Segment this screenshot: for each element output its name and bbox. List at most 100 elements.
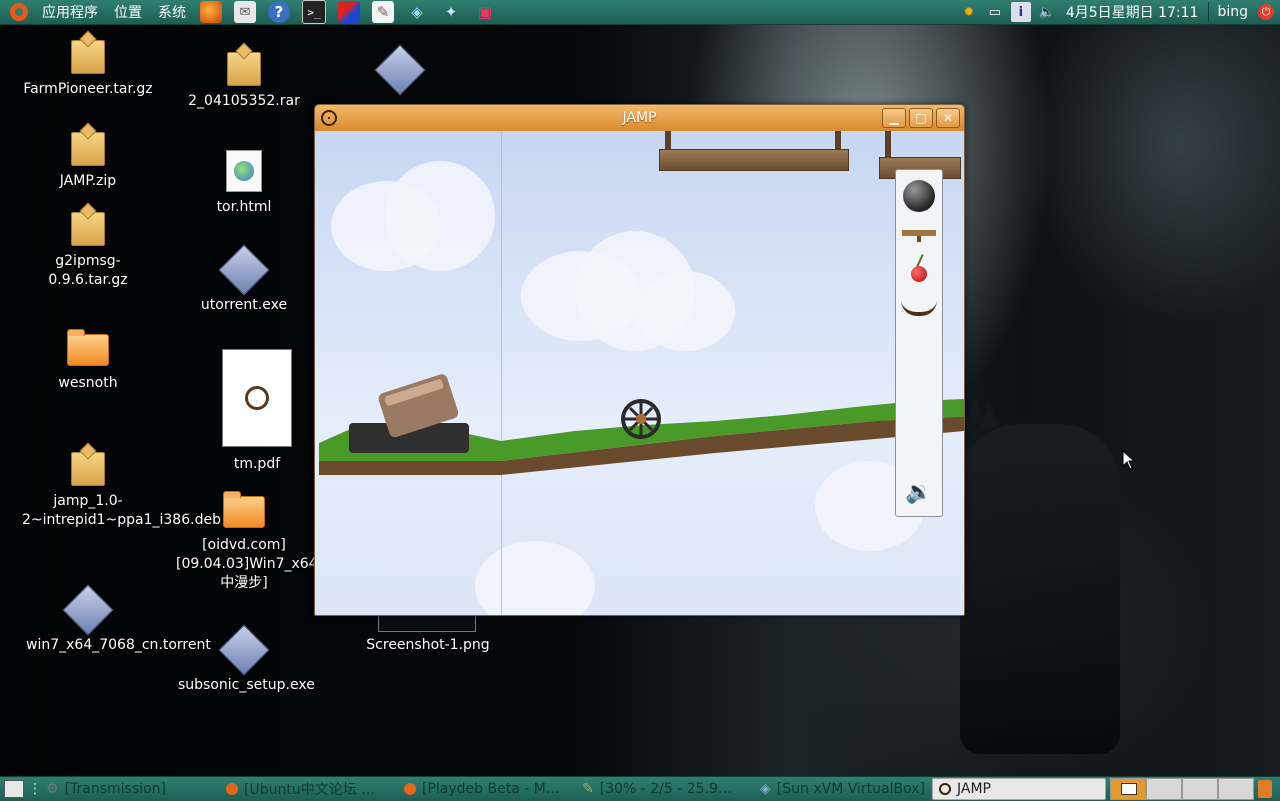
desktop-icon-wesnoth[interactable]: wesnoth <box>56 329 120 393</box>
taskbar-item-jamp[interactable]: JAMP <box>932 778 1106 800</box>
desktop-icon-label: utorrent.exe <box>200 297 288 313</box>
menu-applications[interactable]: 应用程序 <box>34 2 106 22</box>
star-launcher-icon[interactable]: ✦ <box>440 1 462 23</box>
hammock-icon <box>901 300 937 316</box>
network-icon[interactable]: ▭ <box>985 2 1005 22</box>
workspace-3[interactable] <box>1182 778 1218 800</box>
package-icon <box>71 40 105 74</box>
menu-system[interactable]: 系统 <box>150 2 194 22</box>
folder-icon <box>223 491 265 528</box>
desktop-icon-label: g2ipmsg-0.9.6.tar.gz <box>48 253 128 288</box>
exe-file-icon <box>218 244 270 296</box>
folder-icon <box>67 329 109 366</box>
torrent-file-icon <box>62 584 114 636</box>
close-button[interactable]: ✕ <box>936 108 960 128</box>
desktop-icon-label: subsonic_setup.exe <box>178 677 315 693</box>
game-canvas[interactable]: 🔉 <box>315 131 964 615</box>
firefox-launcher-icon[interactable] <box>200 1 222 23</box>
workspace-2[interactable] <box>1146 778 1182 800</box>
power-icon[interactable]: ⏻ <box>1258 4 1274 20</box>
window-controls: ▁ □ ✕ <box>879 108 960 128</box>
mouse-cursor-icon <box>1122 450 1136 470</box>
desktop-icon-jamp-deb[interactable]: jamp_1.0-2~intrepid1~ppa1_i386.deb <box>22 452 221 530</box>
firefox-icon <box>404 783 416 795</box>
desktop-icon-jamp-zip[interactable]: JAMP.zip <box>56 132 120 191</box>
jamp-wheel-icon <box>939 783 951 795</box>
panel-separator <box>1208 2 1210 22</box>
app-launcher-icon[interactable] <box>338 1 360 23</box>
maximize-button[interactable]: □ <box>909 108 933 128</box>
show-desktop-icon[interactable] <box>4 780 24 798</box>
virtualbox-icon: ◈ <box>760 781 771 797</box>
desktop-icon-win7-folder[interactable]: [oidvd.com][09.04.03]Win7_x64_7068_cn[网中… <box>176 491 403 593</box>
desktop-icon-farmpioneer[interactable]: FarmPioneer.tar.gz <box>23 40 153 99</box>
ubuntu-logo-icon[interactable] <box>10 3 28 21</box>
trash-icon[interactable] <box>1258 780 1272 798</box>
panel-clock[interactable]: 4月5日星期日 17:11 <box>1060 2 1205 22</box>
exe-file-icon <box>374 44 426 96</box>
palette-plank[interactable] <box>896 230 942 242</box>
workspace-4[interactable] <box>1218 778 1254 800</box>
desktop-icon-rar[interactable]: 2_04105352.rar <box>188 52 300 111</box>
desktop-icon-label: tm.pdf <box>233 456 281 472</box>
terminal-launcher-icon[interactable]: >_ <box>302 0 326 24</box>
sound-toggle[interactable]: 🔉 <box>896 480 942 505</box>
desktop-icon-label: tor.html <box>216 199 272 215</box>
package-icon <box>71 452 105 486</box>
exe-file-icon <box>218 624 270 676</box>
wallpaper-figure-ear <box>980 402 998 428</box>
taskbar-item-transmission[interactable]: ⚙ [Transmission] <box>40 778 220 800</box>
tool-launcher-icon[interactable]: ▣ <box>474 1 496 23</box>
desktop-icon-hidden-exe[interactable] <box>374 44 426 96</box>
desktop-icon-tor-html[interactable]: tor.html <box>212 150 276 217</box>
taskbar-item-label: [Transmission] <box>64 781 166 797</box>
palette-bowling-ball[interactable] <box>896 180 942 212</box>
desktop-icon-label: [oidvd.com][09.04.03]Win7_x64_7068_cn[网中… <box>176 537 404 591</box>
download-icon: ✎ <box>582 781 594 797</box>
html-file-icon <box>226 150 262 192</box>
desktop-icon-screenshot[interactable]: Screenshot-1.png <box>366 636 489 655</box>
firefox-icon <box>226 783 238 795</box>
desktop-icon-label: win7_x64_7068_cn.torrent <box>26 637 211 653</box>
desktop-icon-label: 2_04105352.rar <box>188 93 300 109</box>
system-tray: ✹ ▭ i 🔈 4月5日星期日 17:11 bing ⏻ <box>956 2 1280 22</box>
taskbar-item-virtualbox[interactable]: ◈ [Sun xVM VirtualBox] <box>754 778 932 800</box>
taskbar-item-ubuntu-forum[interactable]: [Ubuntu中文论坛 … <box>220 778 398 800</box>
desktop-icon-label: jamp_1.0-2~intrepid1~ppa1_i386.deb <box>22 493 221 528</box>
menu-places[interactable]: 位置 <box>106 2 150 22</box>
update-notifier-icon[interactable]: ✹ <box>959 2 979 22</box>
mail-launcher-icon[interactable]: ✉ <box>234 1 256 23</box>
desktop-icon-label: Screenshot-1.png <box>366 637 490 653</box>
top-panel: 应用程序 位置 系统 ✉ ? >_ ✎ ◈ ✦ ▣ ✹ ▭ i 🔈 4月5日星期… <box>0 0 1280 25</box>
window-title: JAMP <box>622 110 657 126</box>
taskbar-item-playdeb[interactable]: [Playdeb Beta - M… <box>398 778 576 800</box>
desktop-icon-subsonic[interactable]: subsonic_setup.exe <box>178 624 315 695</box>
palette-hammock[interactable] <box>896 300 942 316</box>
virtualbox-launcher-icon[interactable]: ◈ <box>406 1 428 23</box>
panel-username[interactable]: bing <box>1213 4 1252 20</box>
cherry-icon <box>911 266 927 282</box>
info-icon[interactable]: i <box>1010 2 1031 22</box>
panel-handle: ⋮ <box>28 781 42 797</box>
minimize-button[interactable]: ▁ <box>882 108 906 128</box>
speaker-icon: 🔉 <box>905 480 933 505</box>
transmission-icon: ⚙ <box>46 781 59 797</box>
window-titlebar[interactable]: JAMP ▁ □ ✕ <box>315 105 964 131</box>
document-launcher-icon[interactable]: ✎ <box>372 1 394 23</box>
desktop-icon-utorrent[interactable]: utorrent.exe <box>201 244 287 315</box>
workspace-1[interactable] <box>1110 778 1146 800</box>
palette-cherry[interactable] <box>896 266 942 282</box>
taskbar-item-label: JAMP <box>957 781 991 797</box>
help-launcher-icon[interactable]: ? <box>268 1 290 23</box>
taskbar-item-download[interactable]: ✎ [30% - 2/5 - 25.9… <box>576 778 754 800</box>
wallpaper-figure <box>960 424 1120 754</box>
desktop-icon-win7-torrent[interactable]: win7_x64_7068_cn.torrent <box>26 584 211 655</box>
desktop-icon-label: JAMP.zip <box>59 173 117 189</box>
volume-icon[interactable]: 🔈 <box>1037 2 1057 22</box>
jamp-window: JAMP ▁ □ ✕ 🔉 <box>314 104 965 616</box>
desktop-icon-tm-pdf[interactable]: tm.pdf <box>222 349 292 474</box>
bottom-panel: ⋮ ⚙ [Transmission] [Ubuntu中文论坛 … [Playde… <box>0 776 1280 801</box>
desktop-icon-g2ipmsg[interactable]: g2ipmsg-0.9.6.tar.gz <box>48 212 128 290</box>
panel-menus: 应用程序 位置 系统 ✉ ? >_ ✎ ◈ ✦ ▣ <box>0 0 502 24</box>
desktop-icon-label: FarmPioneer.tar.gz <box>23 81 153 97</box>
